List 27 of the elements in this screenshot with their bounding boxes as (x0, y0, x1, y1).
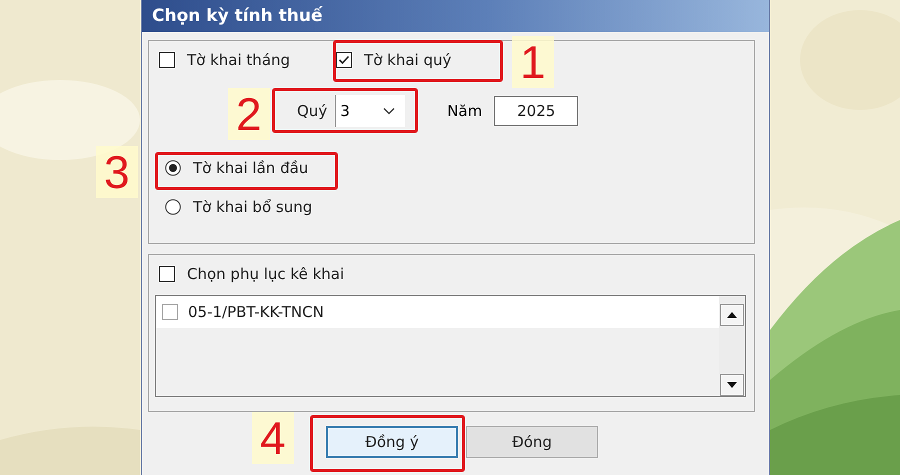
window-title: Chọn kỳ tính thuế (152, 6, 323, 26)
dialog-button[interactable]: Đóng (466, 426, 598, 458)
step-number: 2 (228, 88, 270, 140)
checkbox-icon[interactable] (159, 266, 175, 282)
quarter-label: Quý (297, 102, 328, 120)
dialog-button[interactable]: Đồng ý (326, 426, 458, 458)
submission-radio[interactable]: Tờ khai lần đầu (165, 159, 308, 177)
appendix-checkbox[interactable]: Chọn phụ lục kê khai (159, 265, 344, 283)
submission-radio[interactable]: Tờ khai bổ sung (165, 198, 312, 216)
step-number: 1 (512, 36, 554, 88)
scroll-up-icon[interactable] (720, 304, 744, 326)
radio-icon[interactable] (165, 199, 181, 215)
radio-icon[interactable] (165, 160, 181, 176)
scrollbar[interactable] (719, 296, 745, 396)
checkbox-icon[interactable] (159, 52, 175, 68)
checkbox-icon[interactable] (336, 52, 352, 68)
scroll-down-icon[interactable] (720, 374, 744, 396)
appendix-item[interactable]: 05-1/PBT-KK-TNCN (156, 296, 719, 328)
checkbox-icon[interactable] (162, 304, 178, 320)
declaration-checkbox[interactable]: Tờ khai tháng (159, 51, 290, 69)
year-label: Năm (447, 102, 482, 120)
year-field[interactable]: 2025 (494, 96, 578, 126)
declaration-checkbox[interactable]: Tờ khai quý (336, 51, 452, 69)
step-number: 3 (96, 146, 138, 198)
caret-icon (383, 107, 396, 115)
quarter-dropdown[interactable]: 3 (335, 95, 406, 127)
step-number: 4 (252, 412, 294, 464)
